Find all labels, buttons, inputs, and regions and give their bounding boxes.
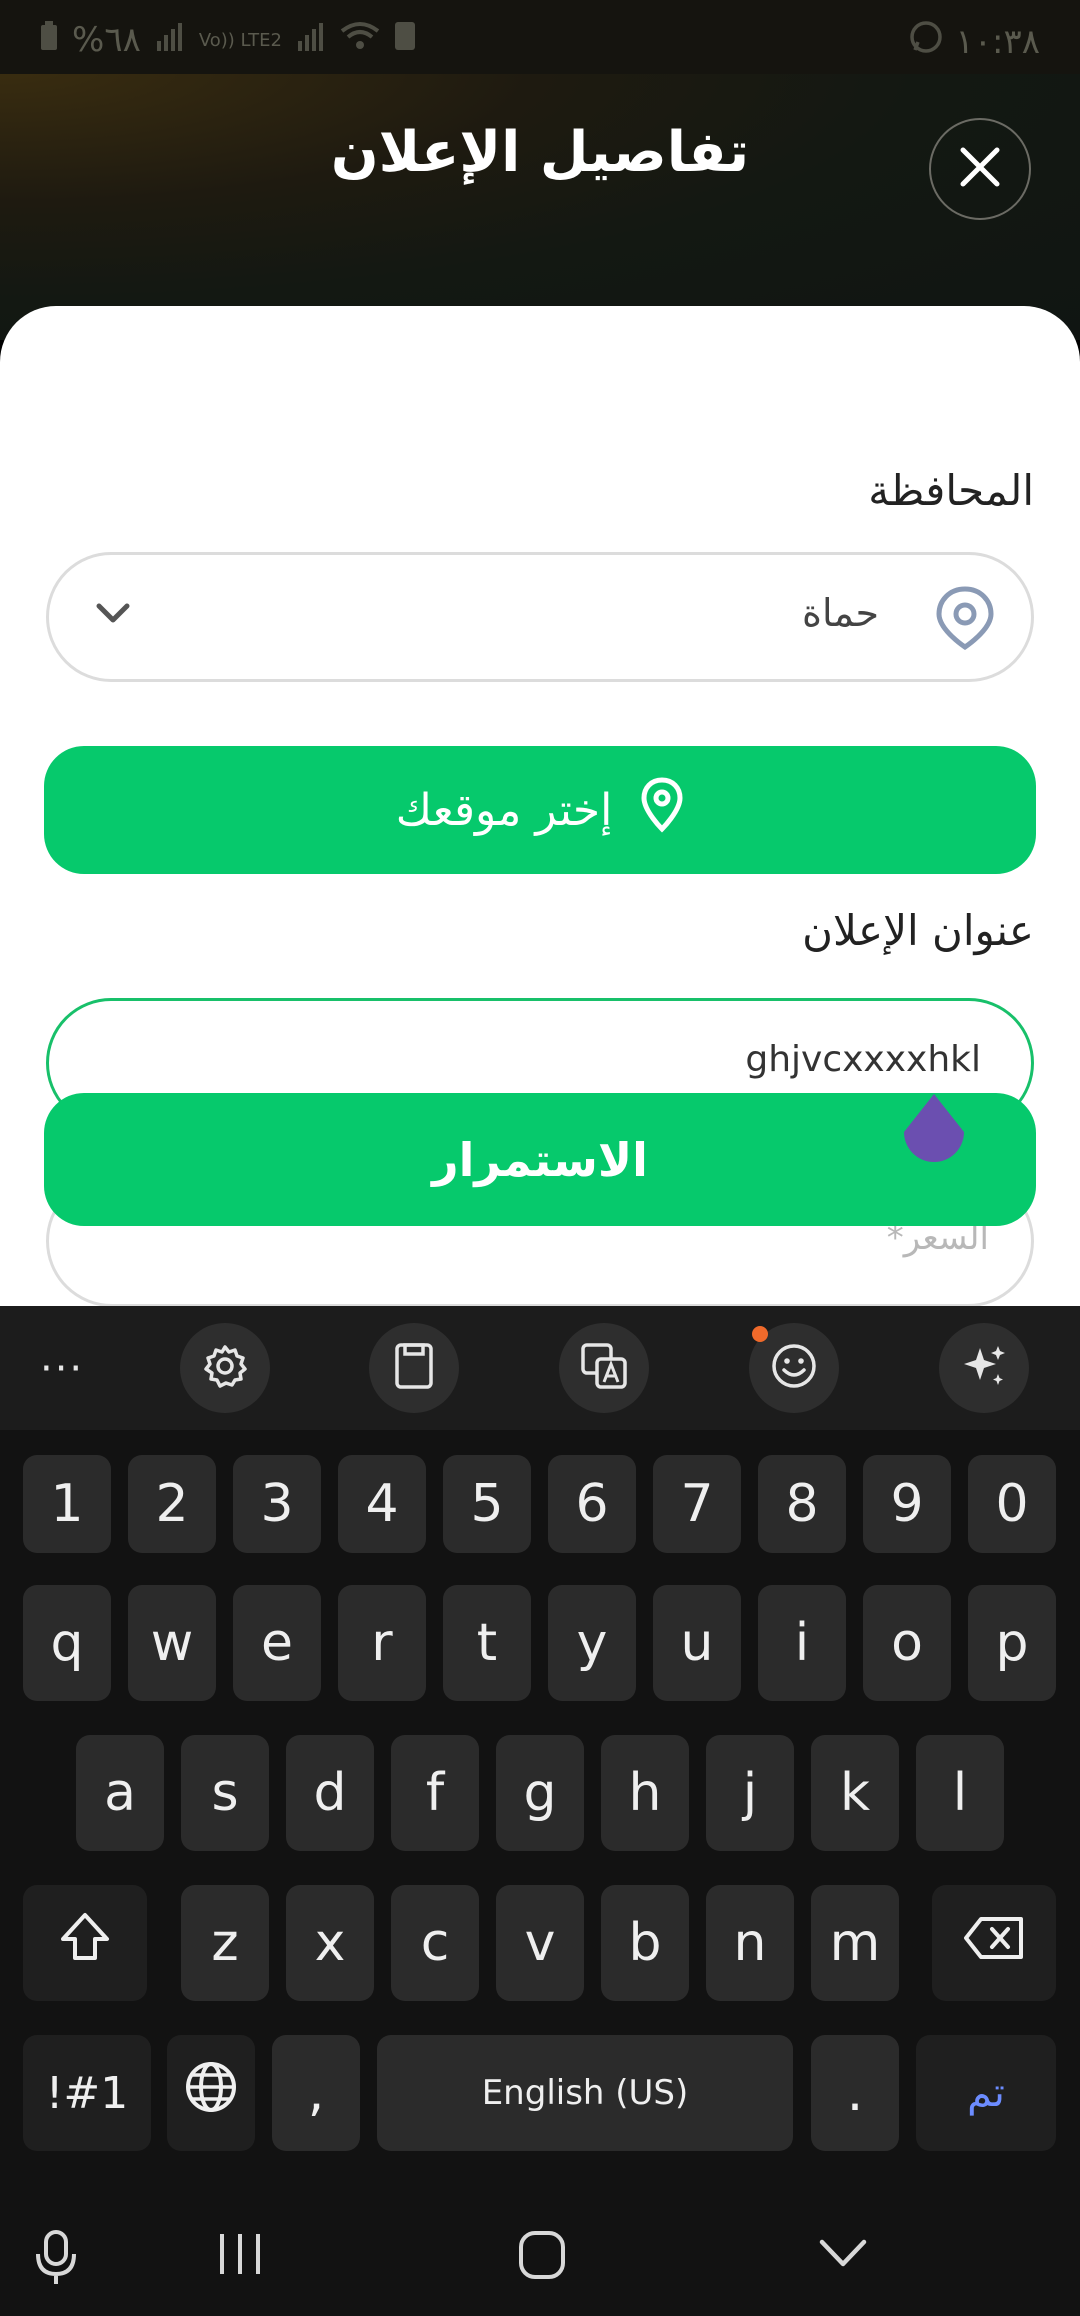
battery-percent: %٦٨	[72, 20, 141, 60]
key-k[interactable]: k	[811, 1735, 899, 1851]
text-cursor-handle[interactable]	[902, 1092, 966, 1174]
gear-icon	[202, 1343, 248, 1393]
globe-icon	[184, 2060, 238, 2127]
key-v[interactable]: v	[496, 1885, 584, 2001]
ad-title-label: عنوان الإعلان	[802, 906, 1034, 955]
period-key[interactable]: .	[811, 2035, 899, 2151]
choose-location-button[interactable]: إختر موقعك	[44, 746, 1036, 874]
backspace-icon	[963, 1913, 1025, 1973]
more-options-icon[interactable]: ···	[40, 1346, 84, 1392]
keyboard: 1 2 3 4 5 6 7 8 9 0 q w e r t y u i o p …	[0, 1430, 1080, 2316]
key-r[interactable]: r	[338, 1585, 426, 1701]
recent-apps-icon[interactable]	[216, 2230, 264, 2282]
hide-keyboard-icon[interactable]	[818, 2230, 868, 2282]
shift-key[interactable]	[23, 1885, 147, 2001]
comma-key[interactable]: ,	[272, 2035, 360, 2151]
key-4[interactable]: 4	[338, 1455, 426, 1553]
page-title: تفاصيل الإعلان	[330, 120, 750, 185]
signal-icon	[155, 20, 185, 60]
key-z[interactable]: z	[181, 1885, 269, 2001]
key-8[interactable]: 8	[758, 1455, 846, 1553]
key-s[interactable]: s	[181, 1735, 269, 1851]
key-p[interactable]: p	[968, 1585, 1056, 1701]
translate-button[interactable]	[559, 1323, 649, 1413]
notification-dot	[752, 1326, 768, 1342]
key-q[interactable]: q	[23, 1585, 111, 1701]
battery-icon	[40, 20, 58, 60]
continue-button[interactable]: الاستمرار	[44, 1093, 1036, 1226]
key-1[interactable]: 1	[23, 1455, 111, 1553]
wifi-icon	[340, 20, 380, 60]
key-l[interactable]: l	[916, 1735, 1004, 1851]
choose-location-label: إختر موقعك	[395, 784, 613, 836]
key-x[interactable]: x	[286, 1885, 374, 2001]
whatsapp-icon	[909, 20, 943, 63]
key-j[interactable]: j	[706, 1735, 794, 1851]
clipboard-icon	[394, 1342, 434, 1394]
shift-icon	[58, 1910, 112, 1977]
key-2[interactable]: 2	[128, 1455, 216, 1553]
clock-time: ١٠:٣٨	[955, 21, 1040, 62]
key-h[interactable]: h	[601, 1735, 689, 1851]
key-m[interactable]: m	[811, 1885, 899, 2001]
key-n[interactable]: n	[706, 1885, 794, 2001]
key-3[interactable]: 3	[233, 1455, 321, 1553]
ai-sparkle-icon	[960, 1342, 1008, 1394]
key-w[interactable]: w	[128, 1585, 216, 1701]
ai-tools-button[interactable]	[939, 1323, 1029, 1413]
sim-icon	[394, 20, 416, 60]
province-select[interactable]: حماة	[46, 552, 1034, 682]
key-d[interactable]: d	[286, 1735, 374, 1851]
space-key[interactable]: English (US)	[377, 2035, 793, 2151]
chevron-down-icon	[95, 601, 131, 629]
language-key[interactable]	[167, 2035, 255, 2151]
settings-button[interactable]	[180, 1323, 270, 1413]
translate-icon	[580, 1342, 628, 1394]
key-5[interactable]: 5	[443, 1455, 531, 1553]
network-type: Vo)) LTE2	[198, 29, 282, 51]
key-b[interactable]: b	[601, 1885, 689, 2001]
key-7[interactable]: 7	[653, 1455, 741, 1553]
done-key[interactable]: تم	[916, 2035, 1056, 2151]
key-a[interactable]: a	[76, 1735, 164, 1851]
key-t[interactable]: t	[443, 1585, 531, 1701]
continue-label: الاستمرار	[432, 1132, 648, 1187]
province-value: حماة	[802, 591, 879, 635]
home-icon[interactable]	[518, 2230, 566, 2284]
location-pin-icon	[933, 585, 997, 655]
keyboard-toolbar: ···	[0, 1306, 1080, 1430]
key-c[interactable]: c	[391, 1885, 479, 2001]
province-label: المحافظة	[868, 466, 1034, 515]
key-g[interactable]: g	[496, 1735, 584, 1851]
key-e[interactable]: e	[233, 1585, 321, 1701]
close-icon	[958, 145, 1002, 193]
status-bar: %٦٨ Vo)) LTE2 ١٠:٣٨	[0, 0, 1080, 74]
navigation-bar	[0, 2200, 1080, 2316]
ad-title-value: ghjvcxxxxhkl	[745, 1039, 981, 1080]
symbols-key[interactable]: !#1	[23, 2035, 151, 2151]
key-i[interactable]: i	[758, 1585, 846, 1701]
key-6[interactable]: 6	[548, 1455, 636, 1553]
close-button[interactable]	[929, 118, 1031, 220]
key-0[interactable]: 0	[968, 1455, 1056, 1553]
key-y[interactable]: y	[548, 1585, 636, 1701]
emoji-icon	[770, 1342, 818, 1394]
key-u[interactable]: u	[653, 1585, 741, 1701]
map-pin-icon	[640, 776, 684, 844]
key-o[interactable]: o	[863, 1585, 951, 1701]
microphone-icon[interactable]	[34, 2230, 78, 2290]
signal-icon-2	[296, 20, 326, 60]
key-9[interactable]: 9	[863, 1455, 951, 1553]
key-f[interactable]: f	[391, 1735, 479, 1851]
clipboard-button[interactable]	[369, 1323, 459, 1413]
backspace-key[interactable]	[932, 1885, 1056, 2001]
